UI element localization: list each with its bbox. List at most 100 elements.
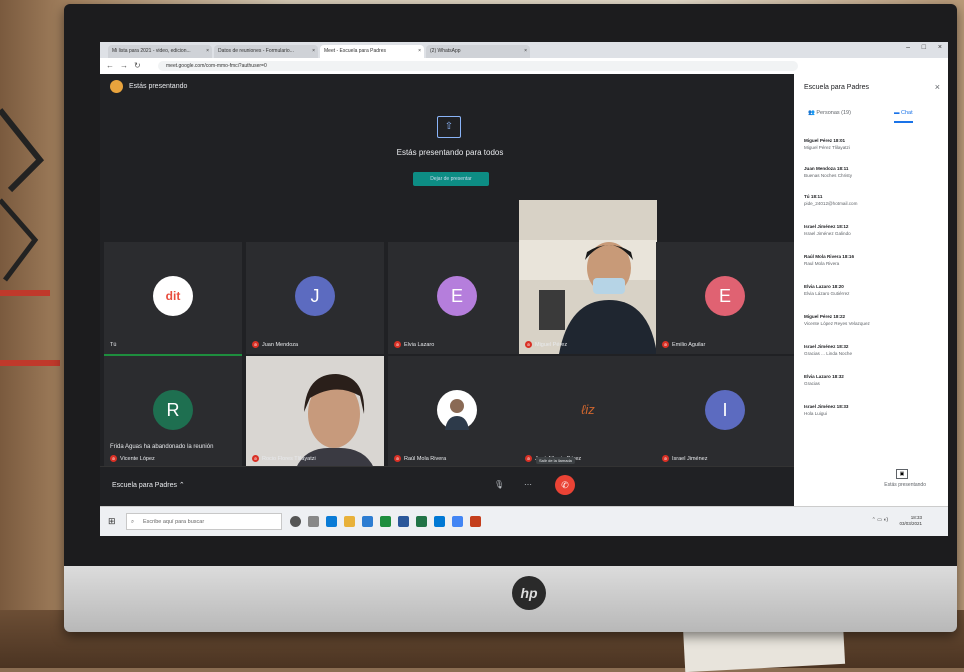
- task-view-icon[interactable]: [308, 516, 319, 527]
- mic-off-icon: ⊘: [525, 455, 532, 462]
- mic-off-icon: ⊘: [662, 455, 669, 462]
- search-icon: ⌕: [131, 519, 135, 525]
- chat-panel: Escuela para Padres × 👥 Personas (19) ▬ …: [794, 74, 948, 506]
- participant-tile[interactable]: I ⊘ Israel Jiménez: [656, 356, 794, 468]
- edge-icon[interactable]: [326, 516, 337, 527]
- windows-start-icon[interactable]: ⊞: [108, 516, 116, 527]
- chat-message: Elvia Lazaro 18:20 Elvia Lázaro Gutiérrez: [804, 284, 850, 296]
- avatar: E: [705, 276, 745, 316]
- panel-title: Escuela para Padres: [804, 84, 869, 91]
- tab-people[interactable]: 👥 Personas (19): [808, 110, 851, 116]
- participant-name: Tú: [110, 342, 117, 348]
- browser-tab-active[interactable]: Meet - Escuela para Padres ×: [320, 45, 424, 58]
- participant-tile[interactable]: dit Tú: [104, 242, 242, 356]
- hangup-tooltip: Salir de la llamada: [536, 457, 575, 464]
- word-icon[interactable]: [398, 516, 409, 527]
- cortana-icon[interactable]: [290, 516, 301, 527]
- participant-tile[interactable]: ⊘ Raúl Mola Rivera: [388, 356, 526, 468]
- taskbar-search[interactable]: ⌕ Escribe aquí para buscar: [126, 513, 282, 530]
- chat-message: Israel Jiménez 18:12 Israel Jiménez Galin…: [804, 224, 851, 236]
- outlook-icon[interactable]: [434, 516, 445, 527]
- participant-tile[interactable]: E ⊘ Emilio Aguilar: [656, 242, 794, 354]
- file-explorer-icon[interactable]: [344, 516, 355, 527]
- participant-tile[interactable]: R Frida Aguas ha abandonado la reunión ⊘…: [104, 356, 242, 468]
- mic-off-icon: ⊘: [252, 341, 259, 348]
- participant-tile-video[interactable]: ⊘ Miguel Pérez: [519, 200, 657, 354]
- present-screen-icon: ⇧: [437, 116, 461, 138]
- participant-name: ⊘ Elvia Lazaro: [394, 341, 435, 348]
- chat-message: Israel Jiménez 18:33 Hola Luigui: [804, 404, 849, 416]
- chat-message: Israel Jiménez 18:32 Gracias ... Linda No…: [804, 344, 853, 356]
- chat-message: Juan Mendoza 18:11 Buenas Noches Christy: [804, 166, 853, 178]
- taskbar-clock[interactable]: 18:33 03/03/2021: [899, 515, 922, 527]
- wall-art: [0, 108, 60, 366]
- avatar: dit: [153, 276, 193, 316]
- participant-name: ⊘ Emilio Aguilar: [662, 341, 706, 348]
- participant-name: ⊘ Rocio Flores Tlilayatzi: [252, 455, 316, 462]
- minimize-icon[interactable]: –: [906, 44, 910, 51]
- browser-tab[interactable]: Mi lista para 2021 - video, edicion... ×: [108, 45, 212, 58]
- system-tray-icons[interactable]: ⌃ ▭ ◖): [872, 517, 888, 523]
- mic-off-icon: ⊘: [252, 455, 259, 462]
- mic-icon[interactable]: 🎙: [494, 480, 504, 489]
- mic-off-icon: ⊘: [394, 455, 401, 462]
- browser-tabbar: Mi lista para 2021 - video, edicion... × …: [100, 42, 948, 58]
- app-icon[interactable]: [380, 516, 391, 527]
- store-icon[interactable]: [362, 516, 373, 527]
- meeting-name[interactable]: Escuela para Padres ⌃: [112, 481, 185, 489]
- participant-tile-video[interactable]: ⊘ Rocio Flores Tlilayatzi: [246, 356, 384, 468]
- chat-message: Raúl Mola Rivera 18:16 Raul Mola Rivera: [804, 254, 855, 266]
- chat-message: Miguel Pérez 18:22 Vicente López Reyes Ve…: [804, 314, 870, 326]
- participant-video: [519, 200, 657, 354]
- hp-logo-icon: hp: [512, 576, 546, 610]
- presenting-header: Estás presentando: [110, 80, 187, 93]
- forward-icon[interactable]: →: [120, 61, 128, 70]
- powerpoint-icon[interactable]: [470, 516, 481, 527]
- close-icon[interactable]: ×: [935, 82, 940, 92]
- close-window-icon[interactable]: ×: [938, 44, 942, 51]
- participant-name: ⊘ Raúl Mola Rivera: [394, 455, 447, 462]
- leave-notification: Frida Aguas ha abandonado la reunión: [110, 444, 214, 450]
- participant-name: ⊘ Juan Mendoza: [252, 341, 299, 348]
- mic-off-icon: ⊘: [662, 341, 669, 348]
- stop-presenting-button[interactable]: Dejar de presentar: [413, 172, 489, 186]
- tab-chat[interactable]: ▬ Chat: [894, 110, 913, 123]
- url-field[interactable]: meet.google.com/com-mmo-fmci?authuser=0: [158, 61, 798, 71]
- more-options-icon[interactable]: ⋯: [524, 480, 532, 489]
- chrome-icon[interactable]: [452, 516, 463, 527]
- chat-message: Elvia Lazaro 18:32 Gracias: [804, 374, 844, 386]
- reload-icon[interactable]: ↻: [134, 61, 141, 70]
- browser-tab[interactable]: (2) WhatsApp ×: [426, 45, 530, 58]
- excel-icon[interactable]: [416, 516, 427, 527]
- back-icon[interactable]: ←: [106, 61, 114, 70]
- participant-tile[interactable]: ℓiz ⊘José Alberto Pérez: [519, 356, 657, 468]
- browser-tab[interactable]: Datos de reuniones - Formulario... ×: [214, 45, 318, 58]
- monitor-chin: [64, 566, 957, 632]
- avatar-photo: [437, 390, 477, 430]
- present-now-label[interactable]: Estás presentando: [884, 482, 926, 488]
- participant-name: ⊘ Israel Jiménez: [662, 455, 708, 462]
- meet-toolbar: Escuela para Padres ⌃ 🎙 ⋯ ✆ Salir de la …: [100, 457, 794, 507]
- windows-taskbar: ⊞ ⌕ Escribe aquí para buscar ⌃ ▭ ◖) 18:3…: [100, 506, 948, 536]
- presenting-label: Estás presentando: [129, 83, 188, 90]
- address-bar: ← → ↻ meet.google.com/com-mmo-fmci?authu…: [100, 58, 948, 75]
- participant-tile[interactable]: J ⊘ Juan Mendoza: [246, 242, 384, 354]
- participant-video: [246, 356, 384, 468]
- mic-off-icon: ⊘: [394, 341, 401, 348]
- participant-name: ⊘ Vicente López: [110, 455, 155, 462]
- avatar: I: [705, 390, 745, 430]
- participant-tile[interactable]: E ⊘ Elvia Lazaro: [388, 242, 526, 354]
- avatar: R: [153, 390, 193, 430]
- mic-off-icon: ⊘: [525, 341, 532, 348]
- present-avatar-icon: [110, 80, 123, 93]
- maximize-icon[interactable]: □: [922, 44, 926, 51]
- present-now-icon[interactable]: ▣: [896, 469, 908, 479]
- mic-off-icon: ⊘: [110, 455, 117, 462]
- hangup-button[interactable]: ✆: [555, 475, 575, 495]
- avatar: E: [437, 276, 477, 316]
- screen: Mi lista para 2021 - video, edicion... × …: [100, 42, 948, 536]
- participant-name: ⊘ Miguel Pérez: [525, 341, 568, 348]
- person-photo-icon: [445, 399, 469, 430]
- chat-message: Miguel Pérez 18:01 Miguel Pérez Tlilayatz…: [804, 138, 850, 150]
- share-message: Estás presentando para todos: [396, 148, 504, 157]
